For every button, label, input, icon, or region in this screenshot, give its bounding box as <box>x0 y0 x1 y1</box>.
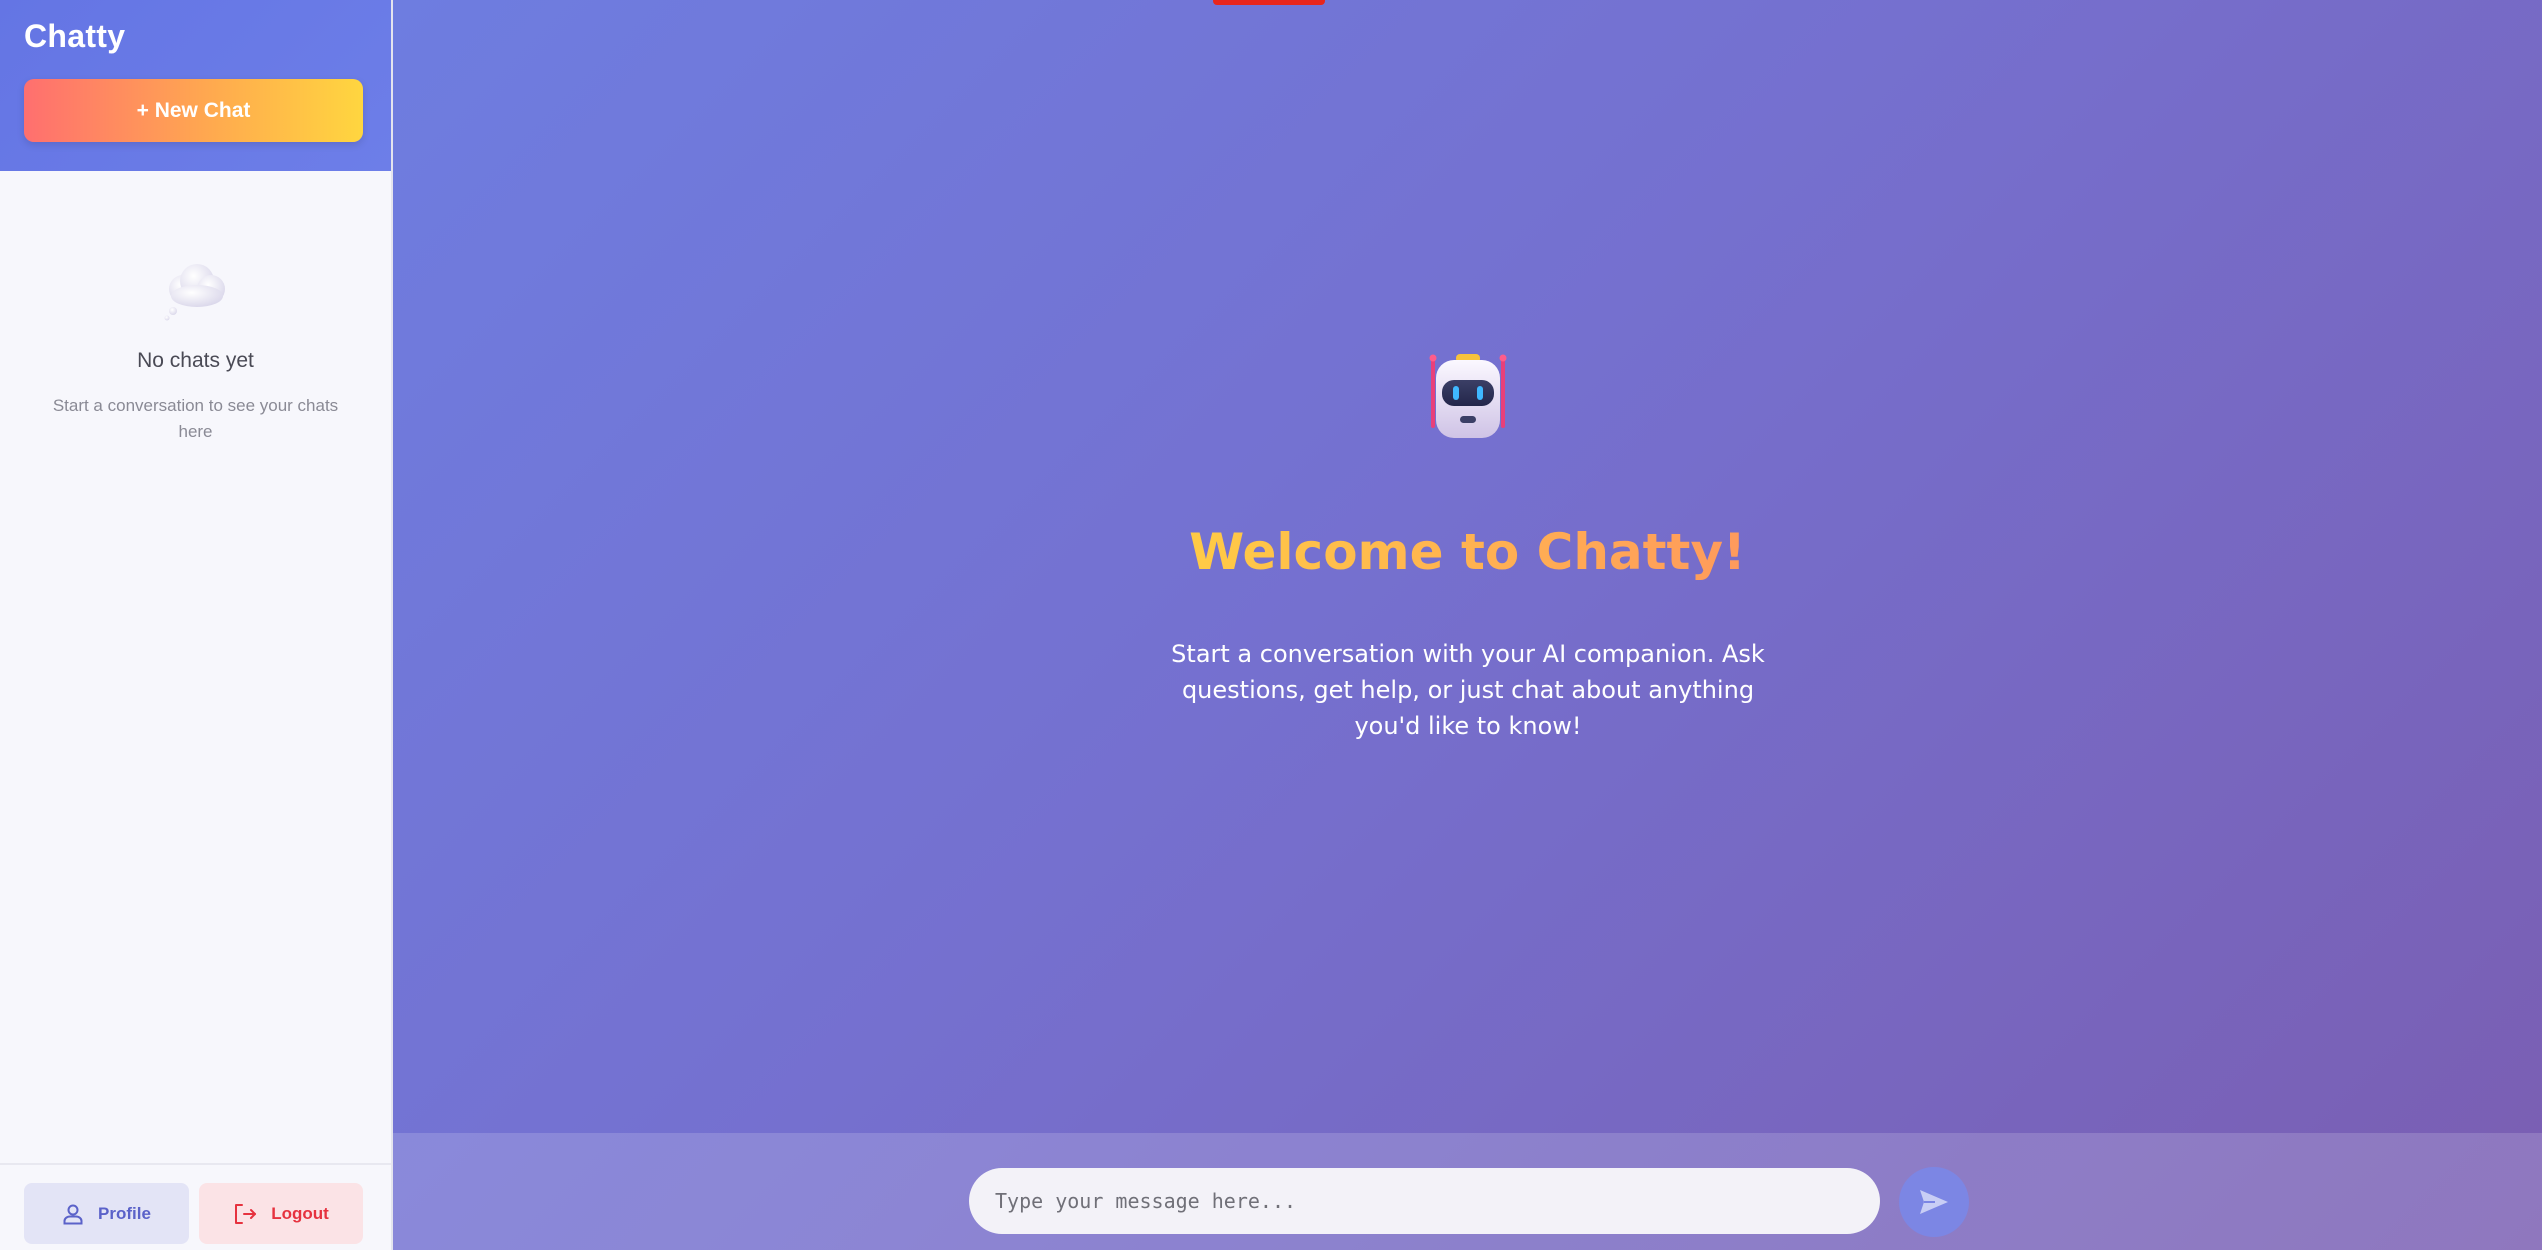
empty-state-subtitle: Start a conversation to see your chats h… <box>52 396 339 441</box>
welcome-title-text: Welcome to Chatty! <box>1189 523 1746 581</box>
chat-list-empty-state: No chats yet Start a conversation to see… <box>0 171 391 445</box>
user-icon <box>63 1204 83 1224</box>
thought-cloud-icon <box>164 264 225 321</box>
welcome-title: Welcome to Chatty! <box>393 523 2542 581</box>
message-composer <box>393 1133 2542 1250</box>
top-indicator <box>1213 0 1325 5</box>
message-input[interactable] <box>969 1168 1880 1234</box>
logout-icon <box>235 1203 257 1224</box>
chat-main: Welcome to Chatty! Start a conversation … <box>393 0 2542 1250</box>
profile-button[interactable]: Profile <box>24 1183 189 1244</box>
send-button[interactable] <box>1899 1167 1969 1237</box>
app-title: Chatty <box>24 18 126 54</box>
empty-state-title: No chats yet <box>137 349 254 372</box>
welcome-description: Start a conversation with your AI compan… <box>1171 640 1765 740</box>
sidebar: Chatty + New Chat No chats yet Start a c… <box>0 0 393 1250</box>
profile-label: Profile <box>98 1203 151 1223</box>
logout-button[interactable]: Logout <box>199 1183 363 1244</box>
new-chat-button[interactable]: + New Chat <box>24 79 363 142</box>
sidebar-header: Chatty + New Chat <box>0 0 391 171</box>
logout-label: Logout <box>271 1203 329 1223</box>
send-icon <box>1920 1190 1948 1214</box>
sidebar-footer: Profile Logout <box>0 1163 391 1250</box>
robot-icon <box>1429 354 1507 438</box>
